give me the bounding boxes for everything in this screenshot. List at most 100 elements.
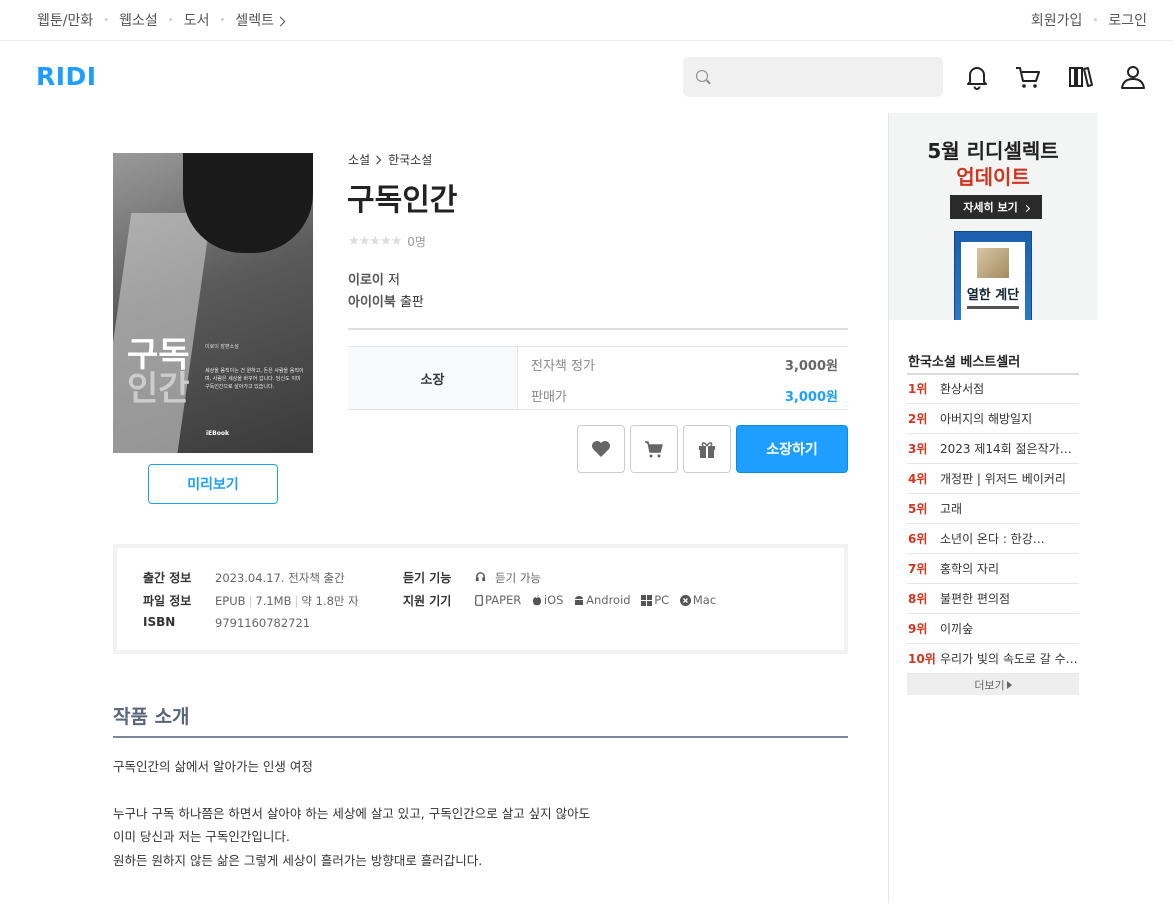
- author-suffix: 저: [383, 273, 400, 288]
- tab-select-label: 셀렉트: [235, 13, 275, 29]
- list-item[interactable]: 5위 고래: [907, 494, 1079, 524]
- file-chars: 약 1.8만 자: [301, 594, 359, 608]
- rank: 5위: [908, 502, 928, 516]
- list-item[interactable]: 3위 2023 제14회 젊은작가상…: [907, 434, 1079, 464]
- intro-divider: [113, 736, 848, 738]
- ad-detail-button[interactable]: 자세히 보기: [950, 195, 1042, 219]
- gift-icon: [699, 442, 715, 458]
- device-android-label: Android: [586, 593, 631, 607]
- listen-value-wrap: 듣기 가능: [475, 570, 541, 586]
- ad-book-title: 열한 계단: [966, 288, 1020, 303]
- sale-price-row: 판매가 3,000원: [531, 386, 838, 405]
- listen-key: 듣기 기능: [403, 571, 452, 585]
- cart-icon: [645, 441, 663, 458]
- more-button[interactable]: 더보기: [907, 674, 1079, 695]
- windows-icon: [641, 594, 653, 606]
- rank: 2위: [908, 412, 928, 426]
- star-rating-icon: ★★★★★: [348, 234, 402, 249]
- cover-art-head: [183, 153, 313, 253]
- isbn-key: ISBN: [143, 615, 176, 629]
- ridi-logo[interactable]: RIDI: [36, 62, 97, 91]
- user-icon[interactable]: [1120, 64, 1146, 90]
- publisher-name[interactable]: 아이이북: [348, 295, 396, 310]
- wishlist-button[interactable]: [577, 425, 625, 473]
- isbn-value: 9791160782721: [215, 616, 311, 630]
- search-bar[interactable]: [683, 57, 943, 97]
- file-format: EPUB: [215, 594, 246, 608]
- tab-books[interactable]: 도서: [184, 10, 210, 30]
- tab-select[interactable]: 셀렉트: [235, 10, 286, 30]
- library-icon[interactable]: [1068, 64, 1094, 90]
- publish-info-value: 2023.04.17. 전자책 출간: [215, 571, 345, 585]
- ad-book-rule: [967, 306, 1019, 309]
- book-cover[interactable]: 이로이 장편소설 구독 인간 세상을 움직이는 건 원하고, 돈은 사람을 움직…: [113, 153, 313, 453]
- item-title: 2023 제14회 젊은작가상…: [940, 442, 1079, 456]
- buy-button[interactable]: 소장하기: [736, 425, 848, 473]
- bell-icon[interactable]: [964, 64, 990, 90]
- gift-button[interactable]: [683, 425, 731, 473]
- list-item[interactable]: 2위 아버지의 해방일지: [907, 404, 1079, 434]
- add-to-cart-button[interactable]: [630, 425, 678, 473]
- list-item[interactable]: 10위 우리가 빛의 속도로 갈 수…: [907, 644, 1079, 674]
- file-info-key: 파일 정보: [143, 594, 192, 608]
- headphones-icon: [475, 571, 488, 582]
- listen-value: 듣기 가능: [495, 571, 541, 585]
- login-link[interactable]: 로그인: [1108, 10, 1147, 30]
- cover-author: 이로이 장편소설: [205, 344, 239, 350]
- sale-price-label: 판매가: [531, 390, 567, 405]
- cover-blurb: 세상을 움직이는 건 원하고, 돈은 사람을 움직이며, 사람은 세상을 바꾸어…: [205, 368, 304, 390]
- ad-subheadline: 업데이트: [956, 165, 1030, 189]
- rank: 7위: [908, 562, 928, 576]
- author-name[interactable]: 이로이: [348, 273, 384, 288]
- bestseller-list: 1위 환상서점 2위 아버지의 해방일지 3위 2023 제14회 젊은작가상… 4위…: [907, 374, 1079, 674]
- cover-title: 구독 인간: [127, 338, 190, 406]
- cover-publisher-logo: iEBook: [206, 430, 229, 437]
- list-item[interactable]: 7위 홍학의 자리: [907, 554, 1079, 584]
- intro-line: 누구나 구독 하나쯤은 하면서 살아야 하는 세상에 살고 있고, 구독인간으로…: [113, 806, 591, 821]
- rating: ★★★★★ 0명: [348, 233, 426, 250]
- cover-title-line2: 인간: [127, 369, 190, 409]
- publisher-suffix: 출판: [395, 295, 424, 310]
- list-price-row: 전자책 정가 3,000원: [531, 355, 838, 374]
- android-icon: [575, 595, 584, 605]
- list-item[interactable]: 8위 불편한 편의점: [907, 584, 1079, 614]
- list-item[interactable]: 9위 이끼숲: [907, 614, 1079, 644]
- cart-icon[interactable]: [1015, 64, 1041, 90]
- list-item[interactable]: 1위 환상서점: [907, 374, 1079, 404]
- separator: |: [248, 594, 253, 608]
- sidebar: 5월 리디셀렉트 업데이트 자세히 보기 열한 계단 한국소설 베스트셀러 1위…: [888, 113, 1173, 903]
- item-title: 아버지의 해방일지: [940, 412, 1033, 426]
- price-table: 소장 전자책 정가 3,000원 판매가 3,000원: [348, 346, 848, 410]
- heart-icon: [592, 441, 610, 457]
- chevron-right-icon: [372, 155, 382, 164]
- rank: 6위: [908, 532, 928, 546]
- top-navigation: 웹툰/만화 • 웹소설 • 도서 • 셀렉트 회원가입 • 로그인: [0, 0, 1173, 41]
- device-android: Android: [574, 593, 631, 607]
- rank: 10위: [908, 652, 936, 666]
- preview-button[interactable]: 미리보기: [148, 464, 278, 504]
- tab-webnovel[interactable]: 웹소설: [119, 10, 158, 30]
- tab-webtoon[interactable]: 웹툰/만화: [37, 10, 93, 30]
- sale-price-value: 3,000원: [784, 390, 838, 405]
- search-input[interactable]: [715, 57, 935, 97]
- ereader-icon: [475, 594, 483, 606]
- device-mac-label: Mac: [692, 593, 717, 607]
- breadcrumb-novel[interactable]: 소설: [348, 151, 370, 168]
- stairs-art: [977, 248, 1009, 278]
- item-title: 홍학의 자리: [940, 562, 1000, 576]
- separator-dot: •: [1092, 14, 1099, 26]
- file-size: 7.1MB: [255, 594, 292, 608]
- select-ad-banner[interactable]: 5월 리디셀렉트 업데이트 자세히 보기 열한 계단: [889, 113, 1097, 320]
- ad-book-cover: 열한 계단: [954, 231, 1032, 320]
- list-item[interactable]: 6위 소년이 온다 : 한강…: [907, 524, 1079, 554]
- more-label: 더보기: [974, 678, 1005, 692]
- list-item[interactable]: 4위 개정판 | 위저드 베이커리: [907, 464, 1079, 494]
- purchase-type: 소장: [348, 347, 518, 409]
- devices-key: 지원 기기: [403, 594, 452, 608]
- signup-link[interactable]: 회원가입: [1031, 10, 1083, 30]
- rank: 3위: [908, 442, 928, 456]
- breadcrumb-korean-novel[interactable]: 한국소설: [388, 151, 432, 168]
- chevron-right-icon: [1022, 204, 1030, 212]
- item-title: 불편한 편의점: [940, 592, 1011, 606]
- separator-dot: •: [103, 14, 110, 26]
